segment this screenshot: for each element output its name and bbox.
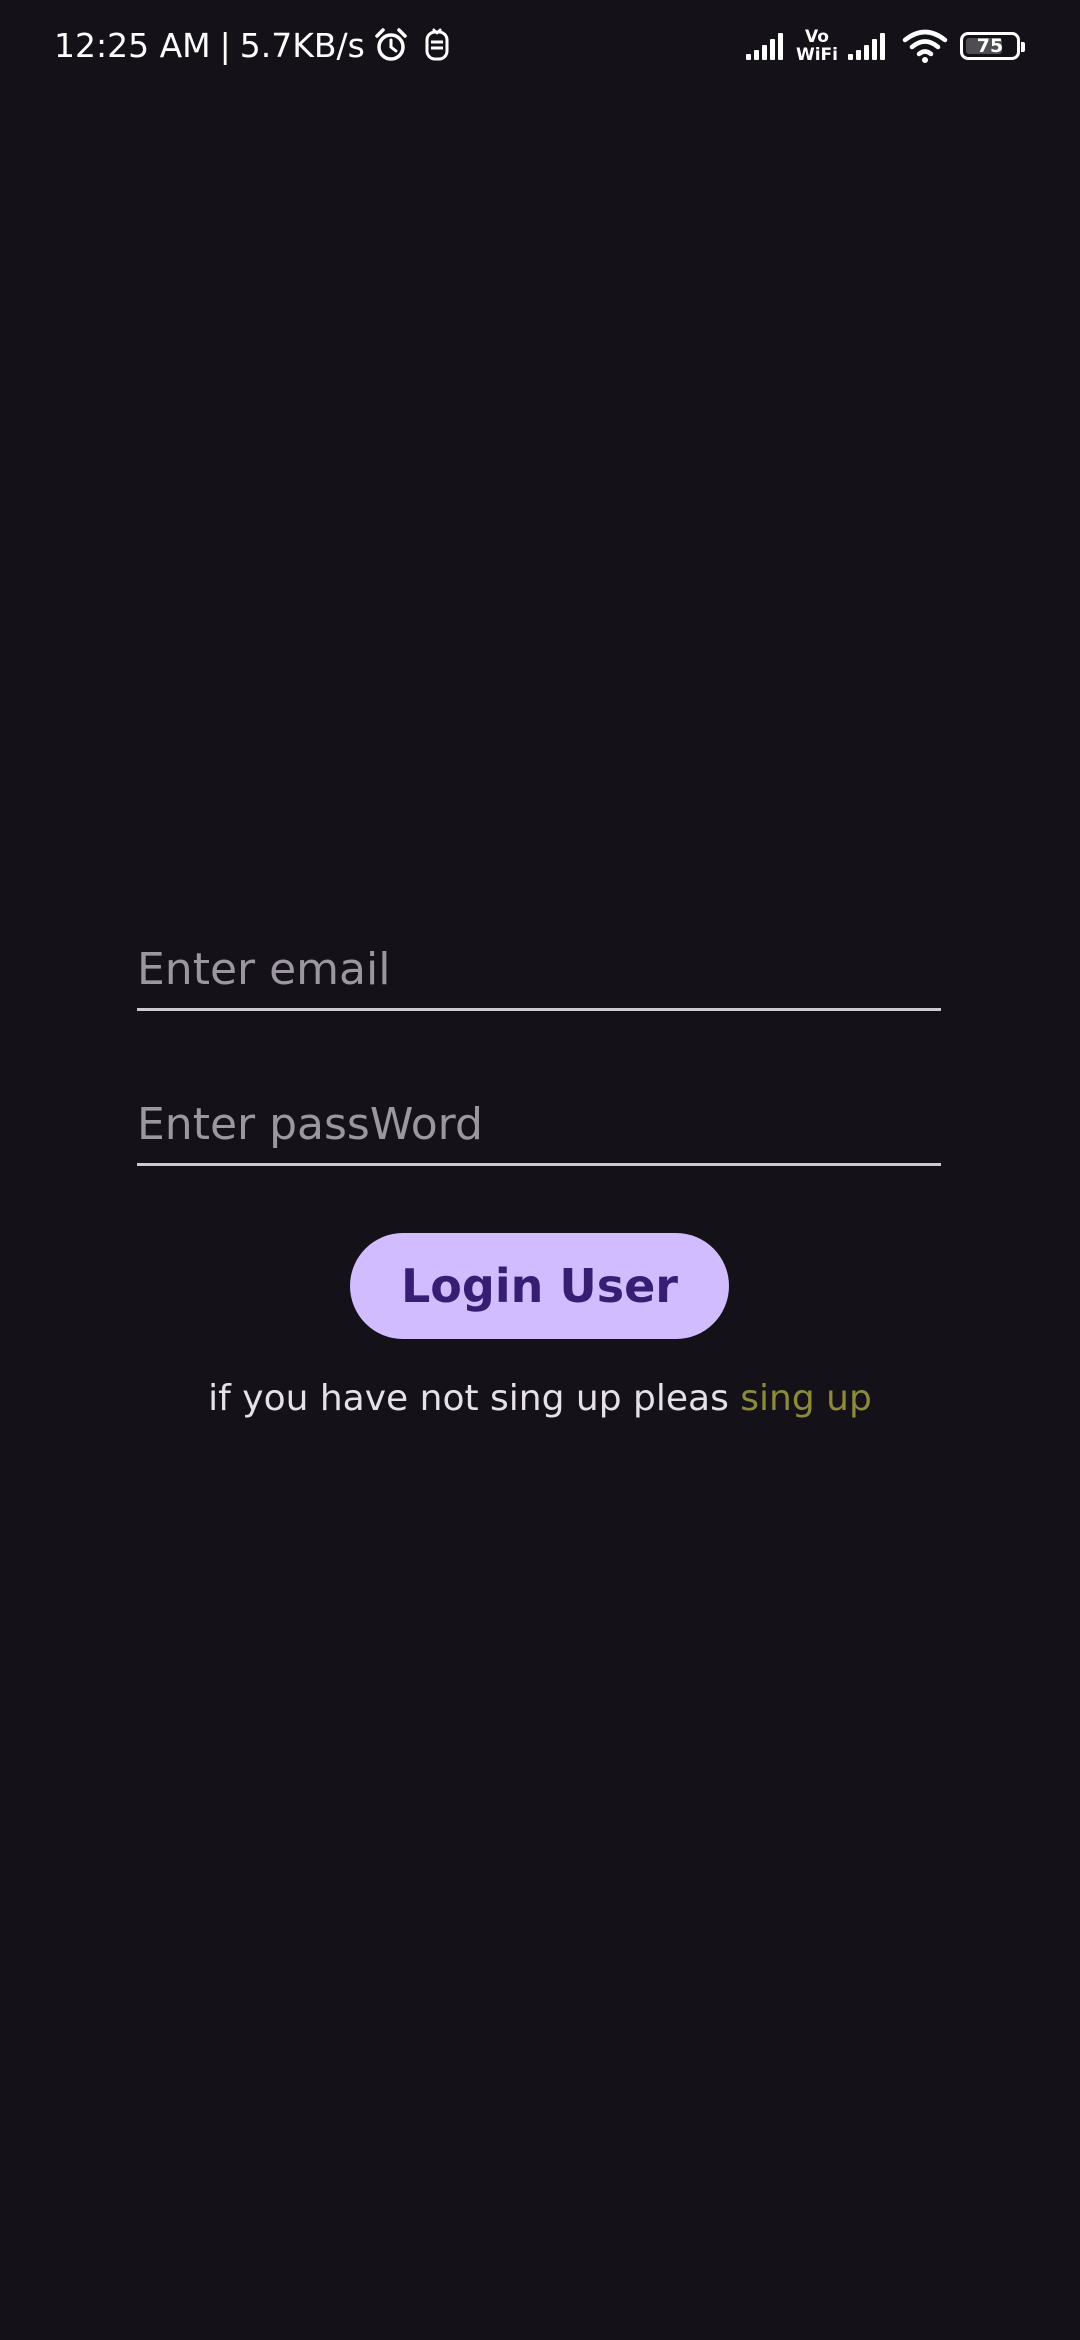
wifi-icon — [902, 28, 948, 64]
login-screen: 12:25 AM | 5.7KB/s Vo WiFi 75 Enter emai… — [0, 0, 1080, 2340]
login-button[interactable]: Login User — [350, 1233, 729, 1339]
notification-icon — [421, 25, 453, 65]
vowifi-bottom-text: WiFi — [795, 45, 838, 65]
password-field-container — [137, 1095, 941, 1166]
signal-icon — [846, 30, 892, 62]
vowifi-icon: Vo WiFi — [796, 28, 838, 64]
status-right: Vo WiFi 75 — [744, 24, 1025, 68]
alarm-icon — [371, 25, 411, 65]
signal-icon — [744, 30, 790, 62]
status-bar: 12:25 AM | 5.7KB/s Vo WiFi 75 — [0, 0, 1080, 92]
email-field-container — [137, 940, 941, 1011]
signup-prompt-text: if you have not sing up pleas — [208, 1378, 741, 1419]
email-field[interactable] — [137, 940, 941, 1008]
network-speed: 5.7KB/s — [239, 25, 365, 65]
status-time: 12:25 AM — [54, 25, 211, 65]
battery-icon: 75 — [960, 32, 1025, 60]
password-field[interactable] — [137, 1095, 941, 1163]
vowifi-top-text: Vo — [805, 27, 829, 47]
signup-link[interactable]: sing up — [740, 1378, 872, 1419]
signup-prompt: if you have not sing up pleas sing up — [0, 1378, 1080, 1419]
battery-level-text: 75 — [976, 35, 1004, 57]
status-left: 12:25 AM | 5.7KB/s — [54, 22, 453, 68]
status-separator: | — [219, 25, 231, 65]
